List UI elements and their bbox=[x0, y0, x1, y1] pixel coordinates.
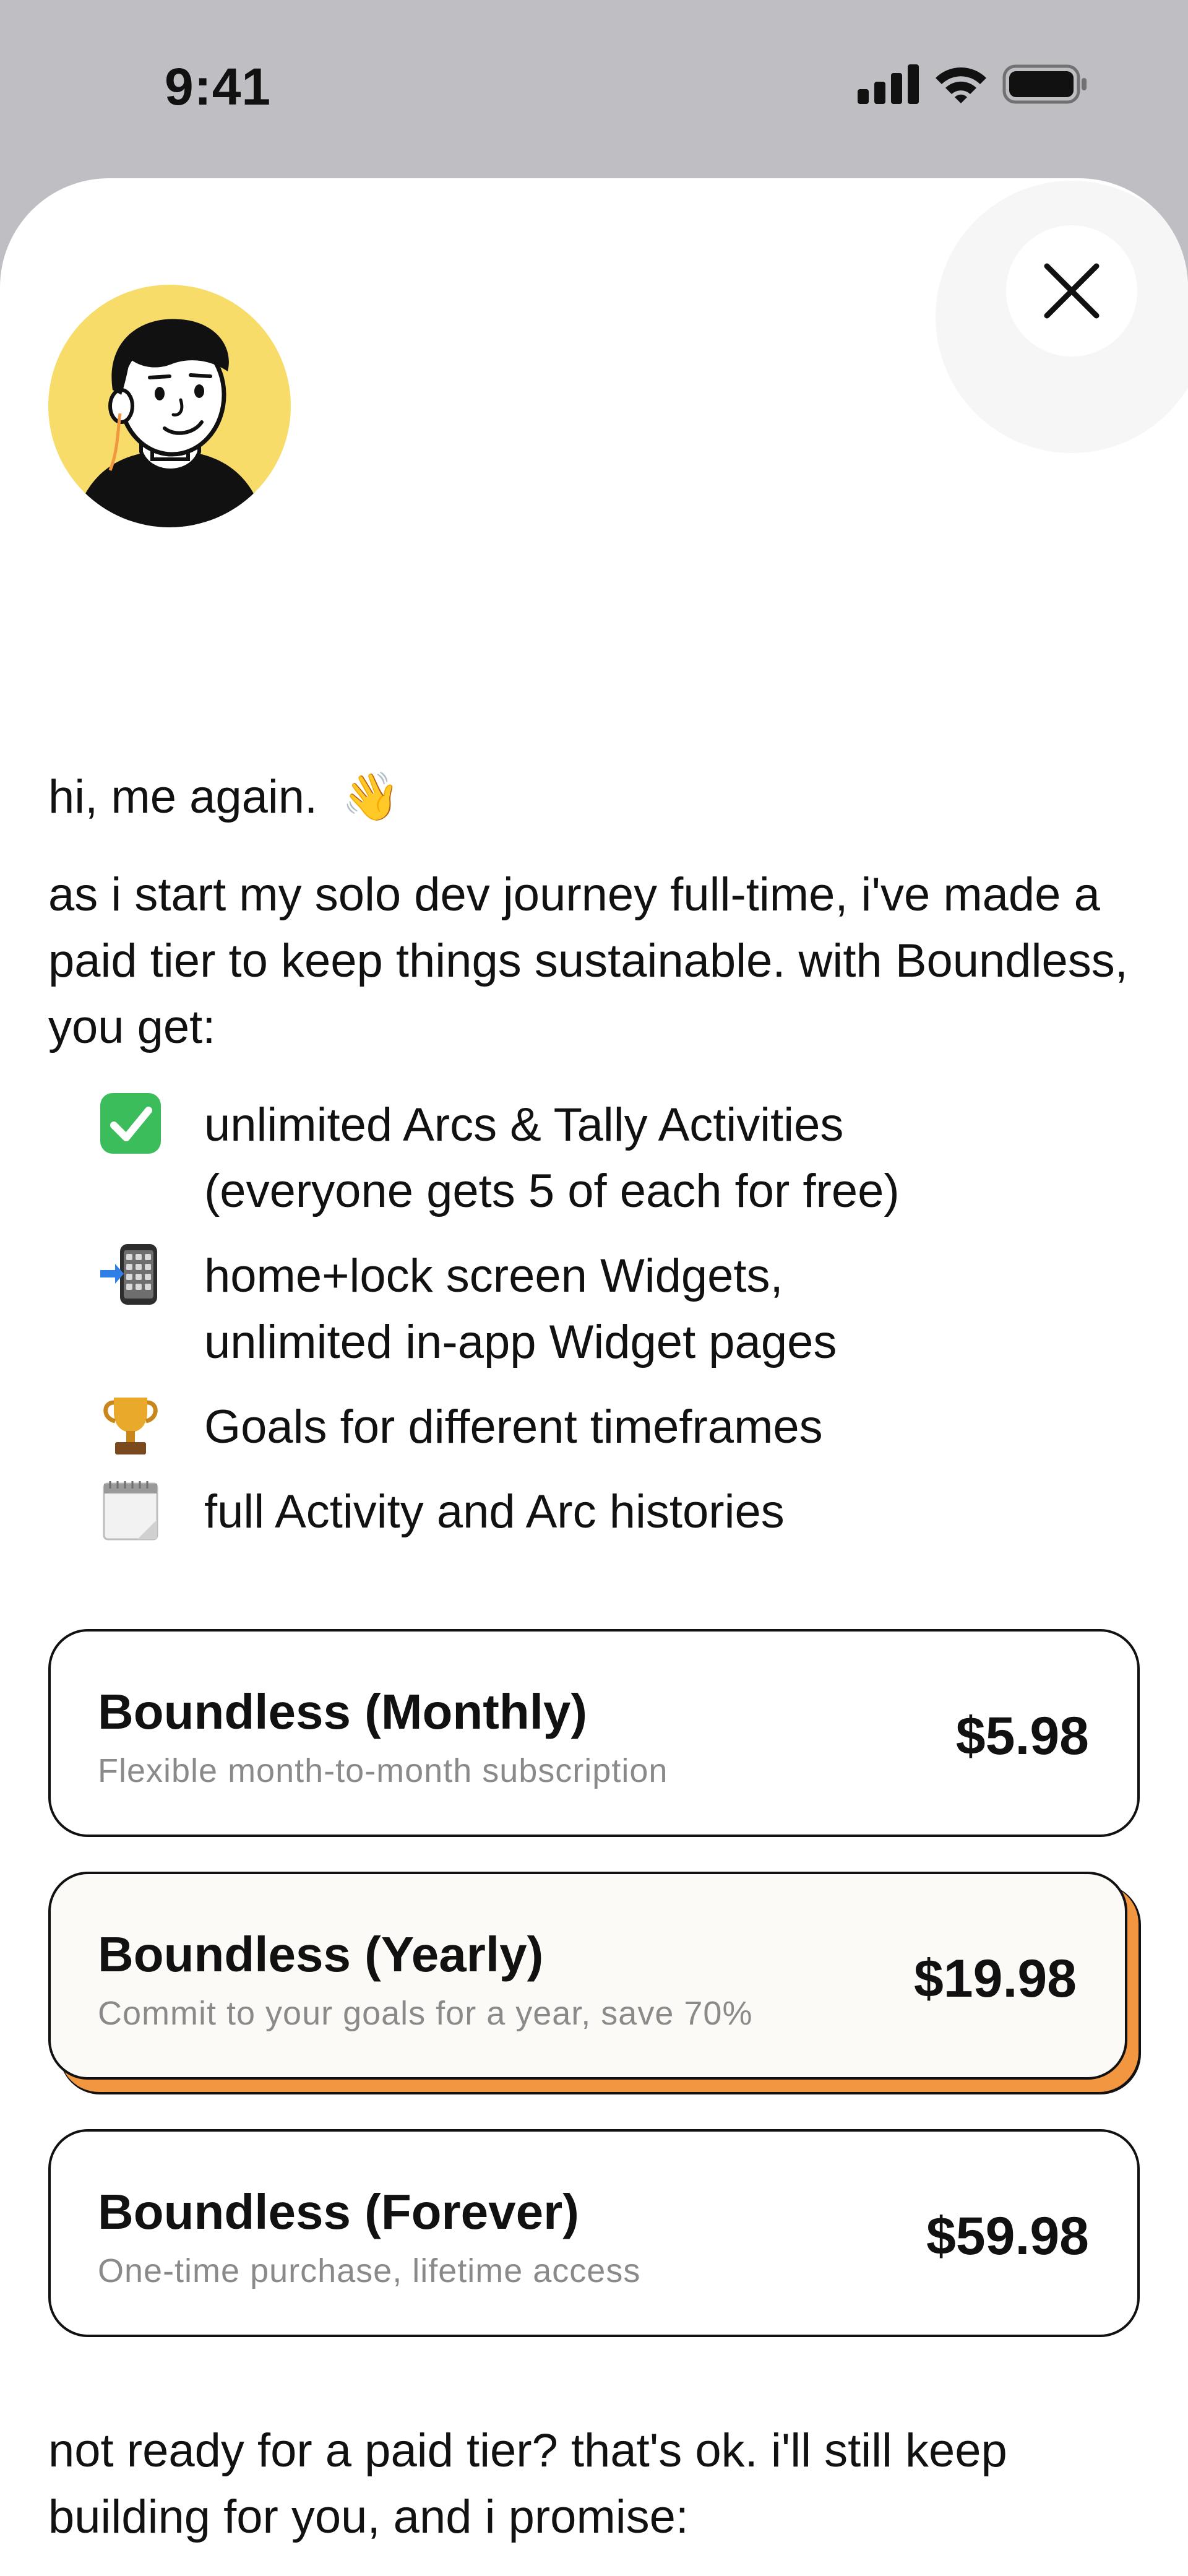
plan-title: Boundless (Forever) bbox=[98, 2184, 579, 2239]
plan-price: $59.98 bbox=[926, 2206, 1089, 2266]
phone-arrow-icon bbox=[99, 1243, 162, 1306]
feature-line: (everyone gets 5 of each for free) bbox=[204, 1165, 900, 1217]
footer-paragraph: not ready for a paid tier? that's ok. i'… bbox=[48, 2424, 1007, 2543]
plan-price: $5.98 bbox=[955, 1706, 1089, 1766]
feature-line: full Activity and Arc histories bbox=[204, 1485, 785, 1538]
feature-item: unlimited Arcs & Tally Activities (every… bbox=[99, 1092, 1126, 1224]
plan-price: $19.98 bbox=[913, 1949, 1077, 2008]
battery-icon bbox=[1002, 64, 1087, 104]
status-icons bbox=[858, 64, 1089, 104]
plan-title: Boundless (Yearly) bbox=[98, 1927, 544, 1982]
plan-option-yearly[interactable]: Boundless (Yearly) Commit to your goals … bbox=[48, 1872, 1127, 2080]
feature-item: full Activity and Arc histories bbox=[99, 1479, 1126, 1545]
feature-line: unlimited in-app Widget pages bbox=[204, 1316, 837, 1368]
feature-item: home+lock screen Widgets, unlimited in-a… bbox=[99, 1243, 1126, 1375]
feature-item: Goals for different timeframes bbox=[99, 1394, 1126, 1460]
plan-option-monthly[interactable]: Boundless (Monthly) Flexible month-to-mo… bbox=[48, 1629, 1140, 1837]
feature-line: home+lock screen Widgets, bbox=[204, 1250, 783, 1302]
developer-avatar bbox=[48, 285, 291, 527]
greeting-text: hi, me again. bbox=[48, 771, 318, 823]
plan-title: Boundless (Monthly) bbox=[98, 1684, 588, 1739]
plan-description: Flexible month-to-month subscription bbox=[98, 1752, 668, 1789]
intro-paragraph: as i start my solo dev journey full-time… bbox=[48, 868, 1128, 1053]
trophy-icon bbox=[99, 1394, 162, 1457]
greeting: hi, me again. 👋 bbox=[48, 767, 400, 827]
calendar-icon bbox=[99, 1479, 162, 1542]
close-button[interactable] bbox=[1006, 225, 1137, 357]
feature-line: Goals for different timeframes bbox=[204, 1401, 823, 1453]
wifi-icon bbox=[936, 67, 986, 103]
waving-hand-icon: 👋 bbox=[342, 771, 400, 823]
status-bar: 9:41 bbox=[0, 0, 1188, 173]
status-time: 9:41 bbox=[165, 58, 272, 116]
check-icon bbox=[99, 1092, 162, 1155]
close-icon bbox=[1044, 263, 1100, 319]
feature-list: unlimited Arcs & Tally Activities (every… bbox=[99, 1092, 1126, 1563]
feature-line: unlimited Arcs & Tally Activities bbox=[204, 1099, 844, 1151]
cellular-signal-icon bbox=[858, 64, 919, 104]
plan-option-forever[interactable]: Boundless (Forever) One-time purchase, l… bbox=[48, 2129, 1140, 2337]
plan-description: One-time purchase, lifetime access bbox=[98, 2252, 641, 2289]
plan-description: Commit to your goals for a year, save 70… bbox=[98, 1995, 753, 2032]
developer-portrait-icon bbox=[73, 319, 266, 527]
